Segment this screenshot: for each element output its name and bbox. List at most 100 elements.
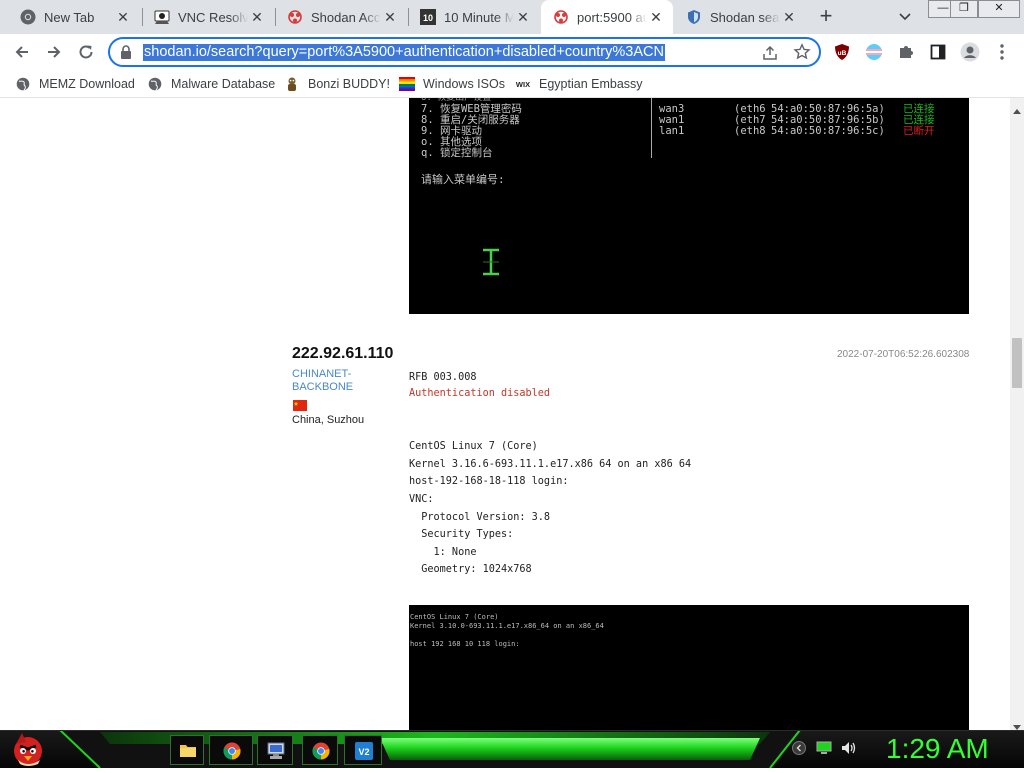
bookmark-label: Malware Database <box>171 77 276 91</box>
kebab-menu-icon <box>1000 44 1004 60</box>
star-icon[interactable] <box>793 43 811 66</box>
text-cursor-icon <box>479 248 503 281</box>
share-icon[interactable] <box>761 44 779 67</box>
arrow-left-icon <box>15 46 28 58</box>
arrow-right-icon <box>48 46 61 58</box>
tab-port-5900[interactable]: port:5900 auth ✕ <box>541 0 673 34</box>
bookmark-label: Egyptian Embassy <box>539 77 643 91</box>
interface-status: 已断开 <box>903 125 935 137</box>
banner-line: 1: None <box>409 547 477 558</box>
close-tab-icon[interactable]: ✕ <box>381 8 399 26</box>
column-divider <box>651 98 652 158</box>
page-scrollbar[interactable] <box>1010 98 1024 730</box>
banner-line: VNC: <box>409 494 434 505</box>
ublock-extension-button[interactable]: uB <box>830 40 854 64</box>
interface-dev: (eth8 <box>734 125 766 137</box>
banner-rfb: RFB 003.008 <box>409 372 477 383</box>
forward-button[interactable] <box>42 40 66 64</box>
flag-extension-button[interactable] <box>862 40 886 64</box>
svg-text:uB: uB <box>838 50 847 57</box>
result-timestamp: 2022-07-20T06:52:26.602308 <box>837 349 970 360</box>
tab-fade <box>496 0 514 34</box>
lock-icon[interactable] <box>120 45 132 64</box>
close-tab-icon[interactable]: ✕ <box>514 8 532 26</box>
tab-fade <box>629 0 647 34</box>
banner-line: host-192-168-18-118 login: <box>409 476 569 487</box>
shield-icon <box>686 9 702 25</box>
back-button[interactable] <box>10 40 34 64</box>
ten-minute-mail-icon: 10 <box>420 9 436 25</box>
menu-button[interactable] <box>990 40 1014 64</box>
taskbar-decoration <box>0 730 1024 768</box>
tab-fade <box>230 0 248 34</box>
tab-shodan-search[interactable]: Shodan search ✕ <box>674 0 806 34</box>
auth-disabled-text: Authentication disabled <box>409 388 551 399</box>
taskbar-app-vnc-viewer[interactable]: V2 <box>344 735 382 765</box>
china-flag-icon <box>293 398 307 411</box>
angry-bird-icon <box>14 733 42 766</box>
bookmark-egyptian-embassy[interactable]: WIX Egyptian Embassy <box>515 75 643 93</box>
bookmark-label: Windows ISOs <box>423 77 505 91</box>
tab-fade <box>762 0 780 34</box>
scroll-thumb[interactable] <box>1012 338 1022 388</box>
address-bar[interactable]: shodan.io/search?query=port%3A5900+authe… <box>108 37 821 67</box>
banner-line: Security Types: <box>409 529 514 540</box>
org-link[interactable]: CHINANET-BACKBONE <box>292 368 372 394</box>
shodan-results-page: 6. 恢复出厂设置 7. 恢复WEB管理密码 8. 重启/关闭服务器 9. 网卡… <box>0 98 1010 730</box>
tab-vnc-resolver[interactable]: VNC Resolver ✕ <box>142 0 274 34</box>
pride-flag-icon <box>866 44 882 60</box>
close-tab-icon[interactable]: ✕ <box>647 8 665 26</box>
restore-button[interactable]: ❐ <box>950 0 978 18</box>
screenshot-line: Kernel 3.10.0-693.11.1.e17.x86_64 on an … <box>410 622 604 630</box>
bookmarks-bar: MEMZ Download Malware Database Bonzi BUD… <box>0 70 1024 98</box>
bookmark-label: MEMZ Download <box>39 77 135 91</box>
tab-new-tab[interactable]: New Tab ✕ <box>8 0 140 34</box>
bookmark-memz[interactable]: MEMZ Download <box>15 75 135 93</box>
browser-toolbar: shodan.io/search?query=port%3A5900+authe… <box>0 34 1024 70</box>
bookmark-windows-isos[interactable]: Windows ISOs <box>399 75 505 93</box>
close-window-button[interactable]: ✕ <box>978 0 1020 18</box>
side-panel-icon <box>930 44 946 60</box>
start-button[interactable] <box>8 730 48 768</box>
taskbar: V2 1:29 AM <box>0 730 1024 768</box>
taskbar-app-chrome[interactable] <box>209 735 253 765</box>
reload-button[interactable] <box>74 40 98 64</box>
taskbar-app-folder[interactable] <box>170 735 204 765</box>
tab-strip: New Tab ✕ VNC Resolver ✕ Shodan Account … <box>0 0 1024 34</box>
bookmark-malware-database[interactable]: Malware Database <box>147 75 275 93</box>
vnc-screenshot[interactable]: CentOS Linux 7 (Core) Kernel 3.10.0-693.… <box>409 605 969 730</box>
close-tab-icon[interactable]: ✕ <box>114 8 132 26</box>
vnc-screenshot-previous[interactable]: 6. 恢复出厂设置 7. 恢复WEB管理密码 8. 重启/关闭服务器 9. 网卡… <box>409 98 969 314</box>
banner-line: CentOS Linux 7 (Core) <box>409 441 538 452</box>
chrome-icon <box>312 742 330 760</box>
chrome-icon <box>20 9 36 25</box>
vnc-resolver-icon <box>154 9 170 25</box>
network-tool-icon <box>267 742 285 759</box>
taskbar-app-chrome-2[interactable] <box>302 735 338 765</box>
close-tab-icon[interactable]: ✕ <box>248 8 266 26</box>
host-ip-link[interactable]: 222.92.61.110 <box>292 345 393 363</box>
extensions-button[interactable] <box>894 40 918 64</box>
tab-search-button[interactable] <box>895 8 915 26</box>
scroll-up-arrow-icon[interactable] <box>1013 101 1021 119</box>
url-text[interactable]: shodan.io/search?query=port%3A5900+authe… <box>143 44 665 61</box>
taskbar-app-network-tool[interactable] <box>257 735 293 765</box>
wix-icon: WIX <box>515 76 531 92</box>
new-tab-button[interactable]: + <box>815 5 837 28</box>
banner-line: Geometry: 1024x768 <box>409 564 532 575</box>
reload-icon <box>79 45 93 59</box>
shodan-icon <box>553 9 569 25</box>
side-panel-button[interactable] <box>926 40 950 64</box>
taskbar-clock[interactable]: 1:29 AM <box>886 732 989 766</box>
close-tab-icon[interactable]: ✕ <box>780 8 798 26</box>
system-tray-chevron-icon[interactable] <box>792 741 806 760</box>
globe-icon <box>147 76 163 92</box>
bookmark-bonzi-buddy[interactable]: Bonzi BUDDY! <box>284 75 390 93</box>
profile-button[interactable] <box>958 40 982 64</box>
tab-shodan-account[interactable]: Shodan Account ✕ <box>275 0 407 34</box>
tab-10-minute-mail[interactable]: 10 10 Minute Mail ✕ <box>408 0 540 34</box>
volume-icon[interactable] <box>841 740 857 761</box>
svg-text:10: 10 <box>423 13 433 23</box>
bonzi-icon <box>284 76 300 92</box>
network-monitor-icon[interactable] <box>816 741 832 760</box>
